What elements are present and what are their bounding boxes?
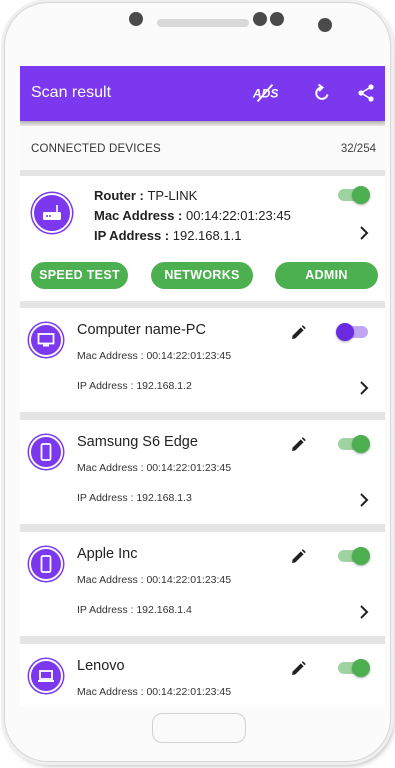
router-icon bbox=[32, 193, 72, 233]
sensor-icon bbox=[270, 12, 284, 26]
chevron-right-icon[interactable] bbox=[357, 604, 371, 620]
device-name: Lenovo bbox=[77, 658, 125, 674]
device-mac: Mac Address : 00:14:22:01:23:45 bbox=[77, 350, 232, 362]
device-card[interactable]: Apple Inc Mac Address : 00:14:22:01:23:4… bbox=[20, 532, 385, 636]
home-button[interactable] bbox=[152, 713, 246, 743]
device-card[interactable]: Samsung S6 Edge Mac Address : 00:14:22:0… bbox=[20, 420, 385, 524]
device-name: Samsung S6 Edge bbox=[77, 434, 198, 450]
page-title: Scan result bbox=[31, 84, 112, 101]
device-card[interactable]: Computer name-PC Mac Address : 00:14:22:… bbox=[20, 308, 385, 412]
device-card[interactable]: Lenovo Mac Address : 00:14:22:01:23:45 bbox=[20, 644, 385, 706]
share-icon[interactable] bbox=[353, 80, 379, 106]
edit-icon[interactable] bbox=[289, 548, 307, 566]
router-mac-line: Mac Address : 00:14:22:01:23:45 bbox=[94, 208, 291, 223]
device-count: 32/254 bbox=[340, 143, 376, 155]
device-ip: IP Address : 192.168.1.3 bbox=[77, 492, 192, 504]
router-value: TP-LINK bbox=[147, 188, 198, 203]
ads-off-icon[interactable]: ADS bbox=[252, 80, 278, 106]
edit-icon[interactable] bbox=[289, 436, 307, 454]
speaker-grille bbox=[157, 19, 249, 27]
device-name: Apple Inc bbox=[77, 546, 138, 562]
section-title: CONNECTED DEVICES bbox=[31, 143, 161, 155]
app-bar: Scan result ADS bbox=[20, 66, 385, 121]
router-ip-line: IP Address : 192.168.1.1 bbox=[94, 228, 241, 243]
chevron-right-icon[interactable] bbox=[357, 492, 371, 508]
phone-icon bbox=[29, 435, 63, 469]
mac-label: Mac Address : bbox=[94, 208, 186, 223]
laptop-icon bbox=[29, 659, 63, 693]
ip-label: IP Address : bbox=[94, 228, 173, 243]
front-camera-icon bbox=[129, 12, 143, 26]
sensor-icon bbox=[253, 12, 267, 26]
chevron-right-icon[interactable] bbox=[357, 380, 371, 396]
device-mac: Mac Address : 00:14:22:01:23:45 bbox=[77, 462, 232, 474]
refresh-icon[interactable] bbox=[309, 80, 335, 106]
router-name-line: Router : TP-LINK bbox=[94, 188, 197, 203]
app-screen: Scan result ADS CONNECTED DEVICES bbox=[20, 66, 385, 706]
edit-icon[interactable] bbox=[289, 660, 307, 678]
device-ip: IP Address : 192.168.1.2 bbox=[77, 380, 192, 392]
device-mac: Mac Address : 00:14:22:01:23:45 bbox=[77, 574, 232, 586]
phone-icon bbox=[29, 547, 63, 581]
device-toggle[interactable] bbox=[336, 547, 370, 565]
router-toggle[interactable] bbox=[336, 186, 370, 204]
networks-button[interactable]: NETWORKS bbox=[151, 262, 253, 289]
edit-icon[interactable] bbox=[289, 324, 307, 342]
monitor-icon bbox=[29, 323, 63, 357]
device-toggle[interactable] bbox=[336, 323, 370, 341]
admin-button[interactable]: ADMIN bbox=[275, 262, 378, 289]
router-label: Router : bbox=[94, 188, 148, 203]
connected-devices-header: CONNECTED DEVICES 32/254 bbox=[20, 126, 385, 170]
camera-icon bbox=[318, 18, 332, 32]
device-toggle[interactable] bbox=[336, 659, 370, 677]
device-ip: IP Address : 192.168.1.4 bbox=[77, 604, 192, 616]
device-name: Computer name-PC bbox=[77, 322, 206, 338]
mac-value: 00:14:22:01:23:45 bbox=[186, 208, 291, 223]
device-mac: Mac Address : 00:14:22:01:23:45 bbox=[77, 686, 232, 698]
ip-value: 192.168.1.1 bbox=[172, 228, 242, 243]
device-toggle[interactable] bbox=[336, 435, 370, 453]
chevron-right-icon[interactable] bbox=[357, 225, 371, 241]
speed-test-button[interactable]: SPEED TEST bbox=[31, 262, 128, 289]
